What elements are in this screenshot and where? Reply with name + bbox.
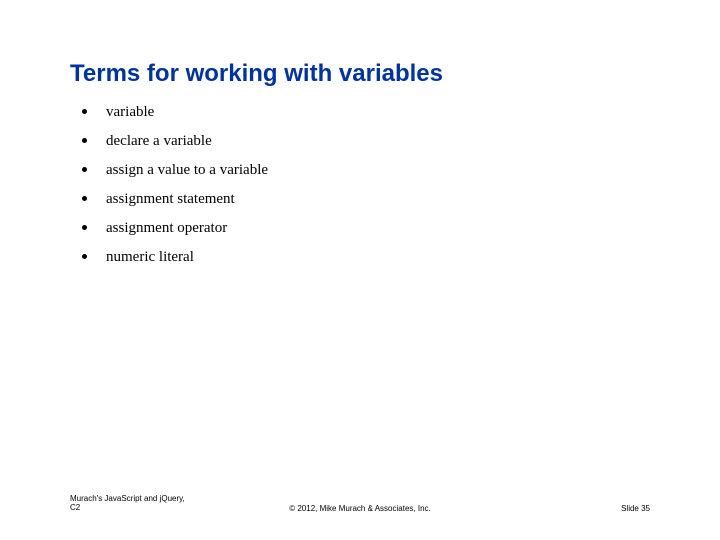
list-item: numeric literal (80, 248, 268, 266)
footer-right: Slide 35 (621, 504, 650, 513)
list-item: variable (80, 103, 268, 121)
slide: Terms for working with variables variabl… (0, 0, 720, 540)
footer-center: © 2012, Mike Murach & Associates, Inc. (0, 504, 720, 513)
list-item: declare a variable (80, 132, 268, 150)
bullet-list: variable declare a variable assign a val… (80, 103, 268, 277)
slide-title: Terms for working with variables (70, 60, 443, 88)
list-item: assignment operator (80, 219, 268, 237)
footer-left-line1: Murach's JavaScript and jQuery, (70, 494, 185, 503)
list-item: assignment statement (80, 190, 268, 208)
list-item: assign a value to a variable (80, 161, 268, 179)
